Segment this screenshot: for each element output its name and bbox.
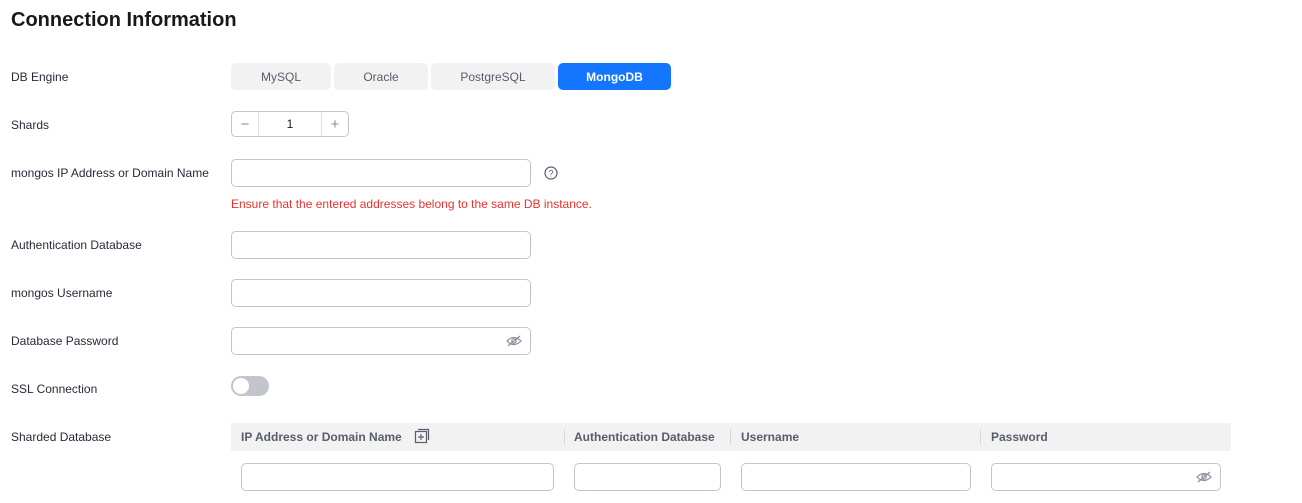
column-divider — [564, 429, 565, 445]
column-divider — [730, 429, 731, 445]
shards-label: Shards — [11, 118, 50, 132]
mongos-ip-input[interactable] — [231, 159, 531, 187]
sharded-db-table-header: IP Address or Domain Name Authentication… — [231, 423, 1231, 451]
question-circle-icon[interactable]: ? — [544, 166, 558, 180]
column-divider — [980, 429, 981, 445]
sharded-ip-input[interactable] — [241, 463, 554, 491]
shards-value[interactable]: 1 — [258, 112, 322, 136]
ssl-label: SSL Connection — [11, 382, 98, 396]
toggle-knob — [233, 378, 249, 394]
shards-stepper: − 1 + — [231, 111, 349, 137]
add-row-icon[interactable] — [414, 428, 430, 444]
eye-hidden-icon[interactable] — [506, 335, 522, 347]
auth-db-label: Authentication Database — [11, 238, 142, 252]
sharded-auth-db-input[interactable] — [574, 463, 721, 491]
mongos-ip-error: Ensure that the entered addresses belong… — [231, 197, 592, 211]
sharded-db-label: Sharded Database — [11, 430, 112, 444]
sharded-username-input[interactable] — [741, 463, 971, 491]
minus-icon[interactable]: − — [232, 112, 258, 136]
eye-hidden-icon[interactable] — [1196, 471, 1212, 483]
engine-option-mysql[interactable]: MySQL — [231, 63, 331, 90]
page-title: Connection Information — [11, 9, 237, 31]
mongos-username-label: mongos Username — [11, 286, 113, 300]
svg-text:?: ? — [548, 169, 553, 179]
db-password-input[interactable] — [231, 327, 531, 355]
ssl-toggle[interactable] — [231, 376, 269, 396]
engine-option-postgresql[interactable]: PostgreSQL — [431, 63, 555, 90]
column-username: Username — [741, 430, 800, 444]
plus-icon[interactable]: + — [322, 112, 348, 136]
auth-db-input[interactable] — [231, 231, 531, 259]
mongos-username-input[interactable] — [231, 279, 531, 307]
engine-option-mongodb[interactable]: MongoDB — [558, 63, 671, 90]
db-engine-label: DB Engine — [11, 70, 69, 84]
sharded-password-input[interactable] — [991, 463, 1221, 491]
engine-option-oracle[interactable]: Oracle — [334, 63, 428, 90]
mongos-ip-label: mongos IP Address or Domain Name — [11, 166, 209, 180]
column-password: Password — [991, 430, 1048, 444]
column-ip-address: IP Address or Domain Name — [241, 430, 402, 444]
column-auth-db: Authentication Database — [574, 430, 715, 444]
db-password-label: Database Password — [11, 334, 119, 348]
